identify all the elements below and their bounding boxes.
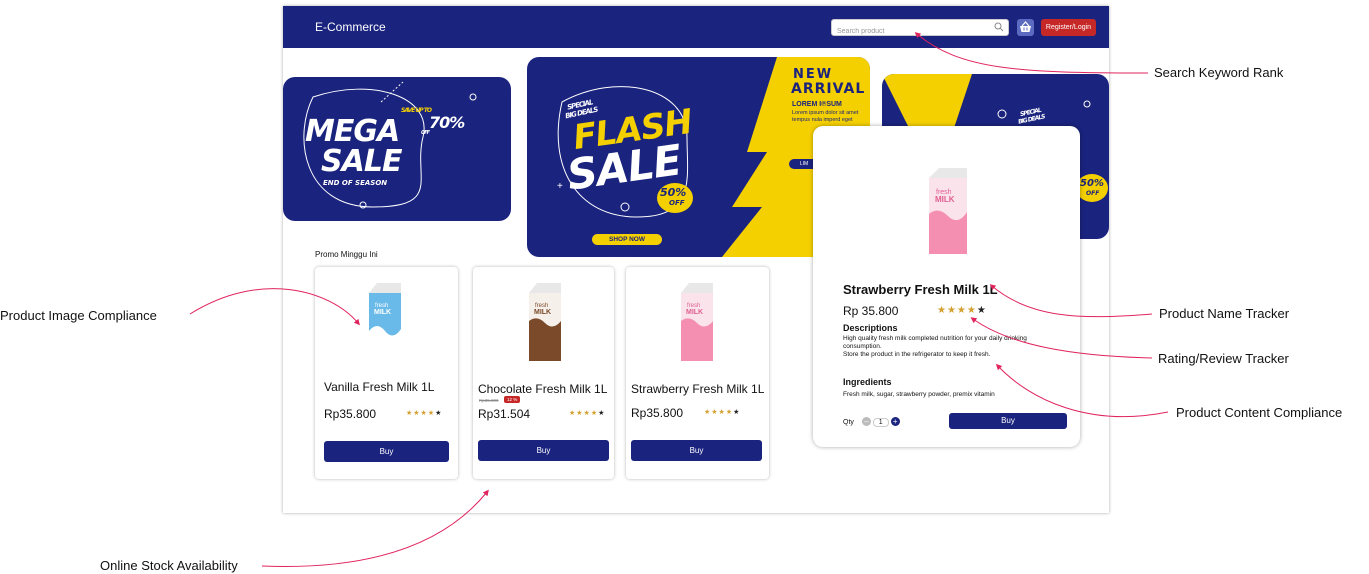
- callout-search-keyword-rank: Search Keyword Rank: [1154, 65, 1284, 80]
- callout-product-image-compliance: Product Image Compliance: [0, 308, 157, 323]
- callout-product-content-compliance: Product Content Compliance: [1176, 405, 1343, 420]
- callout-rating-review-tracker: Rating/Review Tracker: [1158, 351, 1289, 366]
- callout-lines: [189, 32, 1169, 567]
- callout-product-name-tracker: Product Name Tracker: [1159, 306, 1290, 321]
- callout-online-stock-availability: Online Stock Availability: [100, 558, 238, 573]
